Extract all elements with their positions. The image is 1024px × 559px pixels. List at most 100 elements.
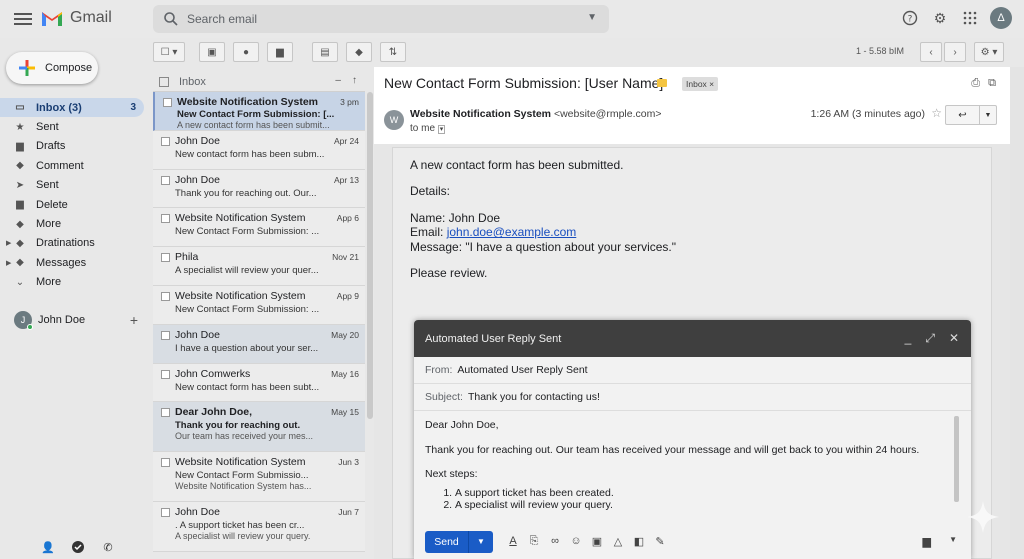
- expand-icon[interactable]: ⤢: [925, 331, 935, 346]
- signature-icon[interactable]: ✎: [654, 535, 666, 548]
- recipient-details-icon[interactable]: ▾: [437, 125, 446, 134]
- top-icons: ? ⚙ Δ: [900, 7, 1012, 29]
- text-format-icon[interactable]: A: [507, 535, 519, 548]
- list-item[interactable]: Website Notification System Jun 3 New Co…: [153, 452, 365, 503]
- settings-menu-icon[interactable]: ⚙ ▾: [974, 42, 1004, 62]
- compose-button[interactable]: Compose: [6, 52, 98, 84]
- list-scrollbar[interactable]: [367, 92, 373, 419]
- sidebar-item-inbox[interactable]: ▭ Inbox (3) 3: [0, 98, 144, 118]
- apps-grid-icon[interactable]: [960, 8, 980, 28]
- list-select-checkbox[interactable]: [159, 76, 169, 87]
- next-page-icon[interactable]: ›: [944, 42, 966, 62]
- sidebar-item-messages[interactable]: ▶ ◆ Messages: [0, 253, 150, 272]
- sidebar-item-delete[interactable]: ▆ Delete: [0, 195, 150, 214]
- expand-arrow-icon[interactable]: ▶: [6, 259, 11, 267]
- search-options-icon[interactable]: ▼: [587, 12, 597, 23]
- close-icon[interactable]: ✕: [949, 331, 959, 346]
- list-item[interactable]: Website Notification System App 6 New Co…: [153, 208, 365, 248]
- list-item[interactable]: John Doe Jun 7 . A support ticket has be…: [153, 502, 365, 553]
- delete-icon[interactable]: ▆: [267, 42, 293, 62]
- person-icon[interactable]: 👤: [40, 539, 56, 555]
- row-checkbox[interactable]: [161, 253, 170, 263]
- search-input[interactable]: Search email: [187, 12, 257, 26]
- reply-icon[interactable]: ↩: [946, 106, 980, 124]
- sidebar-item-drafts[interactable]: ▆ Drafts: [0, 137, 150, 156]
- list-item[interactable]: Website Notification System App 9 New Co…: [153, 285, 365, 325]
- sidebar-item-sent-2[interactable]: ➤ Sent: [0, 176, 150, 195]
- phone-icon[interactable]: ✆: [100, 539, 116, 555]
- send-button[interactable]: Send: [425, 530, 469, 553]
- settings-gear-icon[interactable]: ⚙: [930, 8, 950, 28]
- star-icon[interactable]: ☆: [931, 106, 942, 120]
- list-item[interactable]: Website Notification System 3 pm New Con…: [153, 92, 365, 131]
- sidebar-item-comment[interactable]: ◆ Comment: [0, 156, 150, 175]
- photo-icon[interactable]: ◧: [633, 535, 645, 548]
- gmail-logo[interactable]: Gmail: [40, 8, 112, 28]
- image-icon[interactable]: ▣: [591, 535, 603, 548]
- compose-scrollbar[interactable]: [954, 416, 959, 502]
- row-checkbox[interactable]: [161, 175, 170, 185]
- list-item[interactable]: John Doe Apr 13 Thank you for reaching o…: [153, 169, 365, 209]
- more-options-icon[interactable]: ▼: [949, 535, 957, 544]
- row-checkbox[interactable]: [161, 369, 170, 379]
- more-actions-icon[interactable]: ⇅: [380, 42, 406, 62]
- emoji-icon[interactable]: ☺: [570, 535, 582, 548]
- from-value: Automated User Reply Sent: [457, 364, 588, 376]
- email-body-text: A new contact form has been submitted. D…: [410, 158, 676, 281]
- row-checkbox[interactable]: [161, 458, 170, 468]
- sidebar-item-more-2[interactable]: ⌄ More: [0, 273, 150, 292]
- row-checkbox[interactable]: [161, 136, 170, 146]
- subject-field[interactable]: Subject: Thank you for contacting us!: [414, 384, 971, 411]
- list-item[interactable]: Dear John Doe, May 15 Thank you for reac…: [153, 402, 365, 453]
- hangouts-user[interactable]: J John Doe +: [14, 311, 144, 330]
- move-to-icon[interactable]: ▤: [312, 42, 338, 62]
- status-icon[interactable]: [70, 539, 86, 555]
- report-spam-icon[interactable]: ●: [233, 42, 259, 62]
- add-contact-icon[interactable]: +: [130, 312, 138, 328]
- row-checkbox[interactable]: [163, 98, 172, 107]
- list-item[interactable]: John Doe May 20 I have a question about …: [153, 324, 365, 364]
- sidebar-item-sent[interactable]: ★ Sent: [0, 117, 150, 136]
- select-all-checkbox[interactable]: ☐ ▾: [153, 42, 185, 62]
- nav-label: More: [36, 276, 62, 289]
- prev-page-icon[interactable]: ‹: [920, 42, 942, 62]
- inbox-label-chip[interactable]: Inbox ×: [682, 77, 719, 91]
- expand-arrow-icon[interactable]: ▶: [6, 239, 11, 247]
- search-bar[interactable]: Search email ▼: [153, 5, 609, 33]
- from-field[interactable]: From: Automated User Reply Sent: [414, 357, 971, 384]
- collapse-sort-icons[interactable]: – ↑: [335, 75, 357, 86]
- important-label-icon[interactable]: [657, 79, 667, 87]
- sidebar-item-more[interactable]: ◆ More: [0, 214, 150, 233]
- more-options-icon[interactable]: ▼: [980, 106, 996, 124]
- row-checkbox[interactable]: [161, 408, 170, 418]
- list-item[interactable]: John Doe Apr 24 New contact form has bee…: [153, 130, 365, 170]
- help-icon[interactable]: ?: [900, 8, 920, 28]
- archive-icon[interactable]: ▣: [199, 42, 225, 62]
- labels-icon[interactable]: ◆: [346, 42, 372, 62]
- row-checkbox[interactable]: [161, 214, 170, 224]
- compose-footer: Send ▼ A ⎘ ∞ ☺ ▣ △ ◧ ✎ ▆ ▼: [414, 524, 971, 559]
- side-panel-rail: [1010, 67, 1024, 559]
- row-checkbox[interactable]: [161, 330, 170, 340]
- row-checkbox[interactable]: [161, 508, 170, 518]
- list-item[interactable]: Phila Nov 21 A specialist will review yo…: [153, 247, 365, 286]
- row-checkbox[interactable]: [161, 291, 170, 301]
- schedule-send-icon[interactable]: ▼: [469, 531, 493, 553]
- recipient-line[interactable]: to me ▾: [410, 123, 446, 134]
- main-menu-icon[interactable]: [14, 10, 32, 28]
- user-name: John Doe: [38, 314, 86, 326]
- email-link[interactable]: john.doe@example.com: [447, 225, 577, 239]
- minimize-icon[interactable]: _: [905, 331, 912, 346]
- compose-header[interactable]: Automated User Reply Sent _ ⤢ ✕: [414, 320, 971, 357]
- print-icon[interactable]: ⎙: [971, 77, 980, 90]
- list-item[interactable]: John Comwerks May 16 New contact form ha…: [153, 363, 365, 403]
- attach-icon[interactable]: ⎘: [528, 535, 540, 548]
- discard-draft-icon[interactable]: ▆: [923, 535, 931, 548]
- sidebar-item-dratinations[interactable]: ▶ ◆ Dratinations: [0, 234, 150, 253]
- open-new-window-icon[interactable]: ⧉: [988, 77, 996, 90]
- account-avatar[interactable]: Δ: [990, 7, 1012, 29]
- search-icon[interactable]: [163, 11, 179, 27]
- link-icon[interactable]: ∞: [549, 535, 561, 548]
- compose-body[interactable]: Dear John Doe, Thank you for reaching ou…: [414, 411, 971, 528]
- drive-icon[interactable]: △: [612, 535, 624, 548]
